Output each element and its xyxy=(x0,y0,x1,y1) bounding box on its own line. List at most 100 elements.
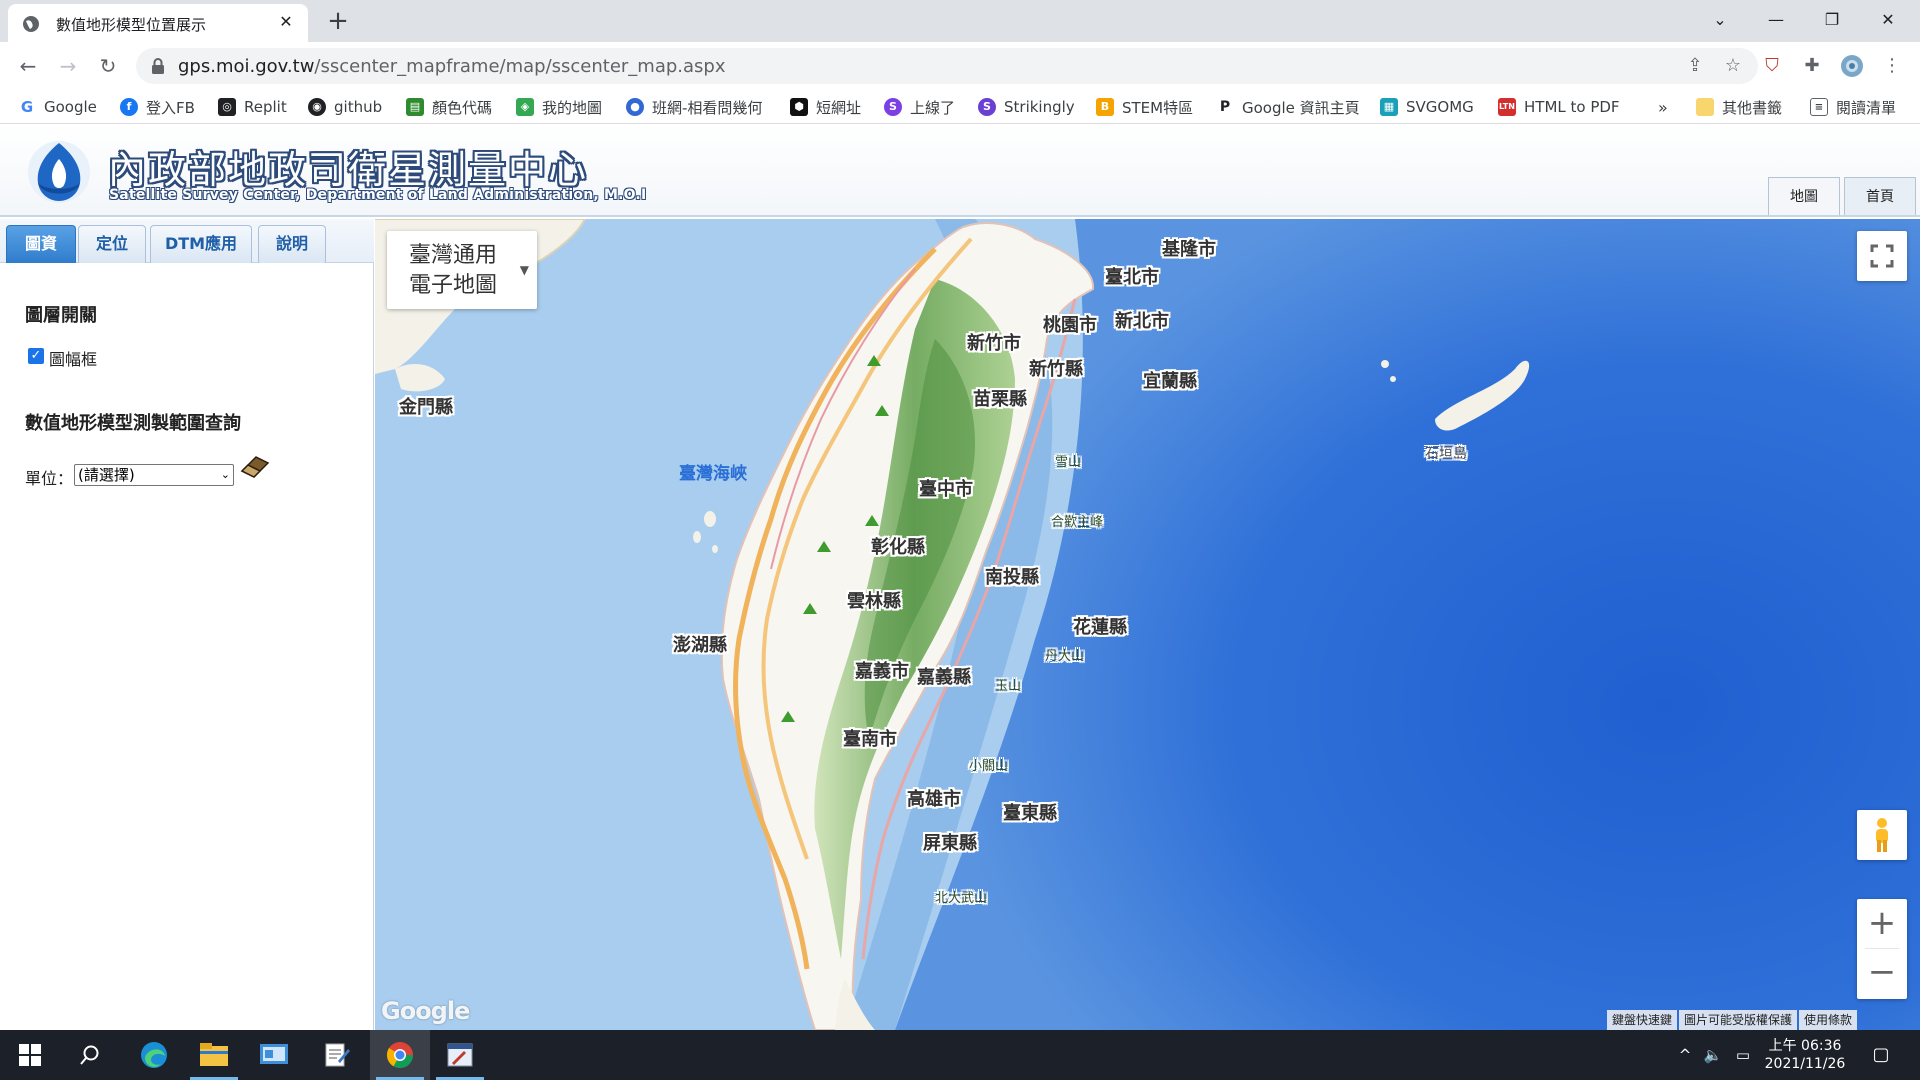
bookmark-my-maps[interactable]: ◈ 我的地圖 xyxy=(516,95,602,119)
share-icon[interactable]: ⇪ xyxy=(1684,55,1706,77)
control-panel-icon xyxy=(260,1044,288,1064)
bookmarks-overflow-button[interactable]: » xyxy=(1658,95,1668,119)
unit-select-value: (請選擇) xyxy=(78,466,135,484)
windows-icon xyxy=(19,1044,41,1066)
taskbar-file-explorer[interactable] xyxy=(184,1030,244,1080)
back-button[interactable]: ← xyxy=(14,52,42,80)
terms-of-use-link[interactable]: 使用條款 xyxy=(1799,1010,1858,1030)
star-icon[interactable]: ☆ xyxy=(1722,55,1744,77)
tab-dtm-apps[interactable]: DTM應用 xyxy=(150,225,252,263)
mountain-peak-icon xyxy=(803,603,817,614)
browser-tab-strip: 數值地形模型位置展示 ✕ + ⌄ — ❐ ✕ xyxy=(0,0,1920,42)
bookmark-color-codes[interactable]: ▤ 顏色代碼 xyxy=(406,95,492,119)
minimize-button[interactable]: — xyxy=(1748,0,1804,40)
map-label-kaohsiung: 高雄市 xyxy=(907,789,961,810)
taskbar-notepad[interactable] xyxy=(306,1030,366,1080)
map-label-beidawu: 北大武山 xyxy=(935,891,988,906)
bookmark-google-dashboard[interactable]: P Google 資訊主頁 xyxy=(1216,95,1360,119)
bookmark-folder-other[interactable]: 其他書籤 xyxy=(1696,95,1782,119)
map-label-penghu: 澎湖縣 xyxy=(673,635,727,656)
map-label-dandashan: 丹大山 xyxy=(1045,649,1085,664)
nav-home-button[interactable]: 首頁 xyxy=(1844,177,1916,215)
taskbar-app[interactable] xyxy=(430,1030,490,1080)
map-label-ishigaki: 石垣島 xyxy=(1425,446,1467,462)
map-label-nantou: 南投縣 xyxy=(985,567,1039,588)
map-label-hsinchu-county: 新竹縣 xyxy=(1029,359,1083,380)
bookmark-stem[interactable]: B STEM特區 xyxy=(1096,95,1193,119)
map-frame-checkbox[interactable]: ✓ xyxy=(28,348,44,364)
bookmark-svgomg[interactable]: ▦ SVGOMG xyxy=(1380,95,1474,119)
bookmark-facebook[interactable]: f 登入FB xyxy=(120,95,195,119)
extensions-icon[interactable]: ✚ xyxy=(1800,54,1824,78)
taskbar-app-control[interactable] xyxy=(244,1030,304,1080)
tab-help[interactable]: 說明 xyxy=(258,225,326,263)
reading-list-button[interactable]: ≡ 閱讀清單 xyxy=(1810,95,1896,119)
bookmark-replit[interactable]: ◎ Replit xyxy=(218,95,287,119)
map-label-kinmen: 金門縣 xyxy=(399,397,453,418)
restore-button[interactable]: ❐ xyxy=(1804,0,1860,40)
volume-icon[interactable]: 🔈 xyxy=(1702,1044,1724,1066)
close-window-button[interactable]: ✕ xyxy=(1860,0,1916,40)
new-tab-button[interactable]: + xyxy=(324,8,352,36)
address-bar[interactable]: gps.moi.gov.tw/sscenter_mapframe/map/ssc… xyxy=(136,48,1758,84)
map-label-yunlin: 雲林縣 xyxy=(847,591,901,612)
map-label-changhua: 彰化縣 xyxy=(871,537,925,558)
github-icon: ◉ xyxy=(308,98,326,116)
zoom-out-button[interactable]: − xyxy=(1857,949,1907,999)
network-icon[interactable]: ▭ xyxy=(1732,1044,1754,1066)
nav-map-button[interactable]: 地圖 xyxy=(1768,177,1840,215)
bookmark-google[interactable]: G Google xyxy=(18,95,97,119)
notification-icon[interactable]: ▢ xyxy=(1870,1044,1892,1066)
bookmark-strikingly[interactable]: S Strikingly xyxy=(978,95,1075,119)
bookmark-github[interactable]: ◉ github xyxy=(308,95,382,119)
extension-shield-icon[interactable]: ⛉ xyxy=(1760,54,1784,78)
url-text: gps.moi.gov.tw/sscenter_mapframe/map/ssc… xyxy=(178,56,726,77)
reading-list-icon: ≡ xyxy=(1810,98,1828,116)
bookmark-html-to-pdf[interactable]: LTN HTML to PDF xyxy=(1498,95,1620,119)
taskbar-chrome[interactable] xyxy=(370,1030,430,1080)
taskbar-edge[interactable] xyxy=(124,1030,184,1080)
pdf-icon: LTN xyxy=(1498,98,1516,116)
start-button[interactable] xyxy=(0,1030,60,1080)
agency-logo xyxy=(28,141,90,203)
site-header: 內政部地政司衛星測量中心 Satellite Survey Center, De… xyxy=(0,125,1920,217)
tab-layers[interactable]: 圖資 xyxy=(6,225,76,263)
clock-time[interactable]: 上午 06:36 xyxy=(1760,1035,1850,1055)
unit-select[interactable]: (請選擇) ⌄ xyxy=(74,464,234,486)
mountain-peak-icon xyxy=(817,541,831,552)
profile-avatar[interactable] xyxy=(1840,54,1864,78)
show-hidden-icons-button[interactable]: ^ xyxy=(1674,1044,1696,1066)
keyboard-shortcuts-link[interactable]: 鍵盤快速鍵 xyxy=(1607,1010,1678,1030)
eraser-icon[interactable] xyxy=(238,451,272,481)
tab-locate[interactable]: 定位 xyxy=(78,225,146,263)
map-label-chiayi-county: 嘉義縣 xyxy=(917,667,971,688)
google-map-logo: Google xyxy=(381,997,470,1025)
map-canvas[interactable]: 基隆市 臺北市 桃園市 新北市 新竹市 新竹縣 宜蘭縣 苗栗縣 雪山 臺中市 合… xyxy=(375,219,1920,1030)
caret-down-icon: ▼ xyxy=(519,263,529,277)
forward-button[interactable]: → xyxy=(54,52,82,80)
map-label-chiayi-city: 嘉義市 xyxy=(855,661,909,682)
menu-icon[interactable]: ⋮ xyxy=(1880,54,1904,78)
dtm-query-heading: 數值地形模型測製範圍查詢 xyxy=(25,413,241,434)
bookmark-class-site[interactable]: ● 班網-相看問幾何 xyxy=(626,95,762,119)
taskbar-search-button[interactable] xyxy=(60,1030,120,1080)
bookmark-short-url[interactable]: ⬢ 短網址 xyxy=(790,95,861,119)
map-label-taiwan-strait: 臺灣海峽 xyxy=(679,464,747,484)
clock-date[interactable]: 2021/11/26 xyxy=(1754,1056,1856,1072)
lock-icon xyxy=(152,58,164,74)
street-view-button[interactable] xyxy=(1857,810,1907,860)
bookmarks-bar: G Google f 登入FB ◎ Replit ◉ github ▤ 顏色代碼 ◈ 我的地… xyxy=(0,90,1920,124)
tab-title: 數值地形模型位置展示 xyxy=(56,16,207,34)
reload-button[interactable]: ↻ xyxy=(94,52,122,80)
browser-tab[interactable]: 數值地形模型位置展示 ✕ xyxy=(8,4,308,42)
tab-search-icon[interactable]: ⌄ xyxy=(1692,0,1748,40)
map-type-selector[interactable]: 臺灣通用 電子地圖 ▼ xyxy=(387,231,537,309)
close-tab-icon[interactable]: ✕ xyxy=(274,10,298,34)
app-window-icon xyxy=(447,1043,473,1067)
fullscreen-button[interactable] xyxy=(1857,231,1907,281)
color-icon: ▤ xyxy=(406,98,424,116)
bookmark-online[interactable]: S 上線了 xyxy=(884,95,955,119)
windows-taskbar: ^ 🔈 ▭ 上午 06:36 2021/11/26 ▢ xyxy=(0,1030,1920,1080)
zoom-in-button[interactable]: + xyxy=(1857,899,1907,949)
mountain-peak-icon xyxy=(875,405,889,416)
